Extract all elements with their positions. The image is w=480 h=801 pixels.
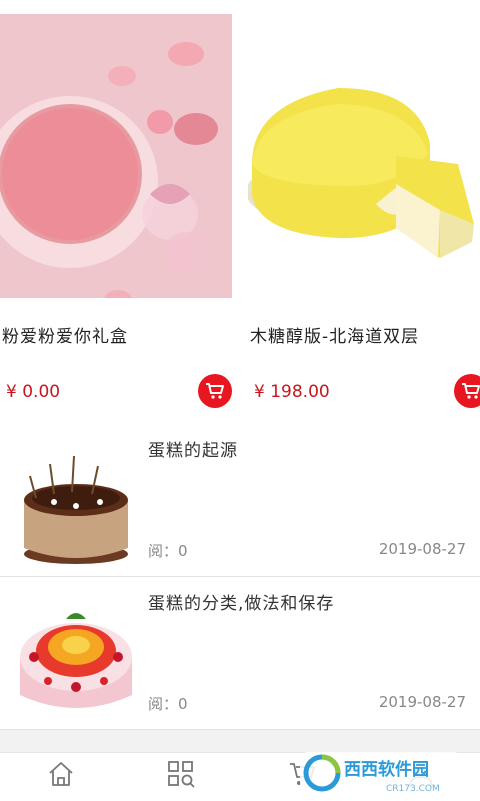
product-grid: 粉爱粉爱你礼盒 ¥ 0.00 木糖醇版-北海道双层 ¥ 198.00 <box>0 0 480 424</box>
watermark-text: 西西软件园 <box>344 759 429 780</box>
category-search-icon <box>168 761 195 788</box>
article-title[interactable]: 蛋糕的起源 <box>148 436 238 461</box>
article-list: 蛋糕的起源 阅：0 2019-08-27 蛋糕的分类,做法和保存 阅：0 201… <box>0 424 480 730</box>
site-watermark-logo: 西西软件园 CR173.COM <box>300 752 462 794</box>
article-date: 2019-08-27 <box>378 693 466 711</box>
list-item[interactable]: 蛋糕的分类,做法和保存 阅：0 2019-08-27 <box>0 577 480 730</box>
product-name[interactable]: 粉爱粉爱你礼盒 <box>2 322 128 347</box>
article-title[interactable]: 蛋糕的分类,做法和保存 <box>148 589 334 614</box>
list-item[interactable]: 蛋糕的起源 阅：0 2019-08-27 <box>0 424 480 577</box>
read-count: 阅：0 <box>148 542 188 560</box>
home-icon <box>49 762 73 786</box>
product-name[interactable]: 木糖醇版-北海道双层 <box>250 322 419 347</box>
read-count: 阅：0 <box>148 695 188 713</box>
add-to-cart-button[interactable] <box>198 374 232 408</box>
product-card[interactable]: 粉爱粉爱你礼盒 ¥ 0.00 <box>0 0 240 424</box>
product-image-yellow-cheesecake[interactable] <box>248 14 480 298</box>
cart-icon <box>206 383 224 399</box>
product-card[interactable]: 木糖醇版-北海道双层 ¥ 198.00 <box>248 0 480 424</box>
tab-home[interactable] <box>44 759 78 797</box>
cart-icon <box>462 383 480 399</box>
article-thumbnail-chocolate-cake <box>24 455 128 564</box>
product-image-pink-cake[interactable] <box>0 14 232 298</box>
watermark-sub: CR173.COM <box>386 784 440 794</box>
article-thumbnail-fruit-cake <box>20 613 132 708</box>
product-price: ¥ 0.00 <box>6 382 61 402</box>
add-to-cart-button[interactable] <box>454 374 480 408</box>
article-date: 2019-08-27 <box>378 540 466 558</box>
product-price: ¥ 198.00 <box>254 382 330 402</box>
tab-category[interactable] <box>164 759 198 797</box>
